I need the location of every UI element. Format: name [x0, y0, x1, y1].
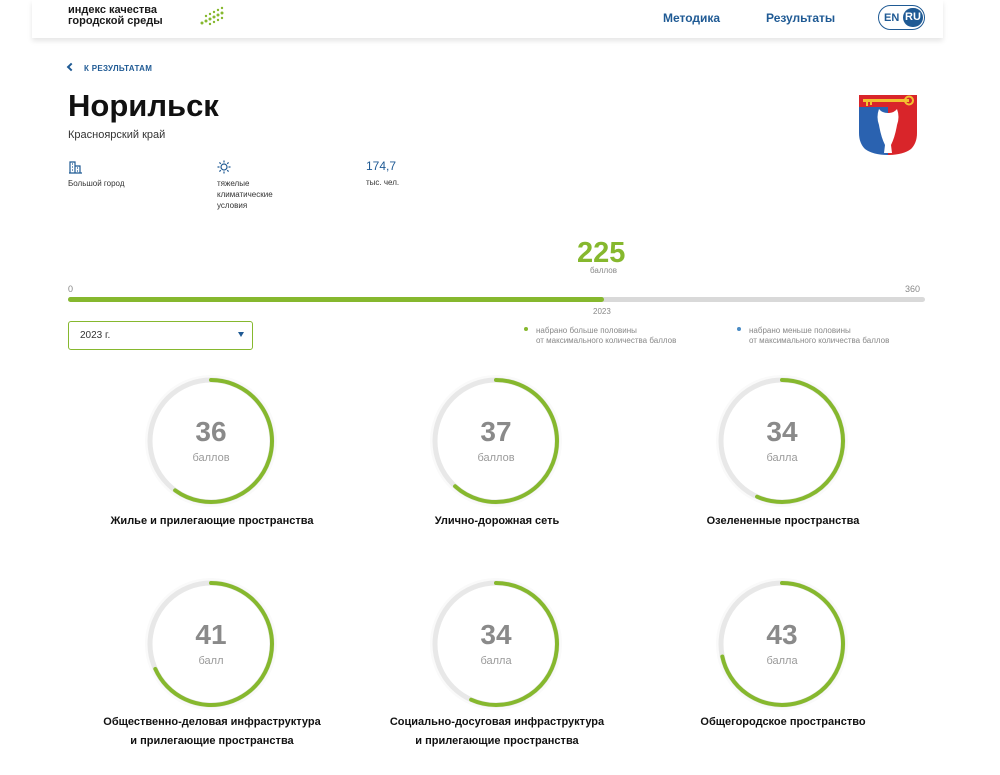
category-card-green[interactable]: 34 балла Озелененные пространства [643, 372, 923, 552]
legend-more-line-2: от максимального количества баллов [536, 336, 677, 345]
category-score-unit: балла [480, 655, 512, 667]
category-title-line-1: Озелененные пространства [706, 515, 860, 527]
category-title: Общественно-деловая инфраструктура и при… [72, 713, 352, 751]
back-link-label: К РЕЗУЛЬТАТАМ [84, 64, 153, 73]
category-title-line-1: Общественно-деловая инфраструктура [103, 716, 321, 728]
scale-max-label: 360 [905, 284, 921, 294]
coat-of-arms-image [859, 95, 917, 155]
site-header: индекс качества городской среды Методика… [32, 0, 943, 38]
chevron-left-icon [66, 62, 76, 72]
category-score-unit: балл [198, 655, 224, 667]
climate-label: тяжелые климатические условия [217, 178, 273, 211]
category-card-citywide[interactable]: 43 балла Общегородское пространство [643, 575, 923, 755]
region-label: Красноярский край [68, 129, 166, 141]
category-score: 37 [480, 416, 512, 447]
category-title-line-2: и прилегающие пространства [415, 735, 579, 747]
category-title-line-1: Общегородское пространство [700, 716, 866, 728]
population-value: 174,7 [366, 159, 397, 173]
legend-more-line-1: набрано больше половины [536, 326, 637, 335]
population-unit: тыс. чел. [366, 178, 400, 187]
category-score: 36 [195, 416, 227, 447]
site-logo[interactable]: индекс качества городской среды [68, 5, 163, 27]
category-card-leisure[interactable]: 34 балла Социально-досуговая инфраструкт… [357, 575, 637, 755]
category-score-unit: баллов [477, 452, 515, 464]
legend-dot-more [524, 327, 528, 331]
year-select[interactable]: 2023 г. [68, 321, 253, 350]
category-score: 34 [766, 416, 798, 447]
total-score-unit: баллов [590, 266, 617, 275]
back-to-results-link[interactable]: К РЕЗУЛЬТАТАМ [66, 62, 153, 73]
dropdown-arrow-icon [238, 332, 244, 337]
category-score-unit: баллов [192, 452, 230, 464]
category-score: 34 [480, 619, 512, 650]
nav-results-link[interactable]: Результаты [766, 11, 835, 25]
category-title: Улично-дорожная сеть [357, 512, 637, 531]
legend-less-line-2: от максимального количества баллов [749, 336, 890, 345]
building-icon [69, 161, 82, 174]
total-progress-bar [68, 297, 925, 302]
category-card-housing[interactable]: 36 баллов Жилье и прилегающие пространст… [72, 372, 352, 552]
logo-mark-icon [200, 6, 224, 26]
climate-line-1: тяжелые [217, 179, 250, 188]
category-title: Общегородское пространство [643, 713, 923, 732]
climate-line-3: условия [217, 201, 248, 210]
legend-less-line-1: набрано меньше половины [749, 326, 851, 335]
total-progress-fill [68, 297, 604, 302]
category-title-line-1: Жилье и прилегающие пространства [110, 515, 314, 527]
scale-min-label: 0 [68, 284, 74, 294]
category-title-line-1: Улично-дорожная сеть [434, 515, 560, 527]
category-score-unit: балла [766, 452, 798, 464]
lang-en-button[interactable]: EN [884, 12, 899, 24]
year-select-value: 2023 г. [80, 330, 111, 341]
city-size-label: Большой город [68, 179, 125, 188]
lang-ru-button[interactable]: RU [903, 8, 923, 27]
category-card-business[interactable]: 41 балл Общественно-деловая инфраструкту… [72, 575, 352, 755]
language-switch: EN RU [878, 5, 925, 30]
progress-year-label: 2023 [593, 307, 611, 316]
category-card-roads[interactable]: 37 баллов Улично-дорожная сеть [357, 372, 637, 552]
category-title: Социально-досуговая инфраструктура и при… [357, 713, 637, 751]
legend-more: набрано больше половины от максимального… [536, 326, 676, 346]
category-title-line-1: Социально-досуговая инфраструктура [389, 716, 605, 728]
logo-line-2: городской среды [68, 15, 163, 27]
sun-icon [217, 160, 231, 174]
legend-less: набрано меньше половины от максимального… [749, 326, 889, 346]
category-score: 41 [195, 619, 227, 650]
legend-dot-less [737, 327, 741, 331]
category-title: Жилье и прилегающие пространства [72, 512, 352, 531]
climate-line-2: климатические [217, 190, 273, 199]
category-title-line-2: и прилегающие пространства [130, 735, 294, 747]
page-title: Норильск [68, 88, 219, 123]
category-score: 43 [766, 619, 798, 650]
category-score-unit: балла [766, 655, 798, 667]
nav-method-link[interactable]: Методика [663, 11, 720, 25]
category-title: Озелененные пространства [643, 512, 923, 531]
